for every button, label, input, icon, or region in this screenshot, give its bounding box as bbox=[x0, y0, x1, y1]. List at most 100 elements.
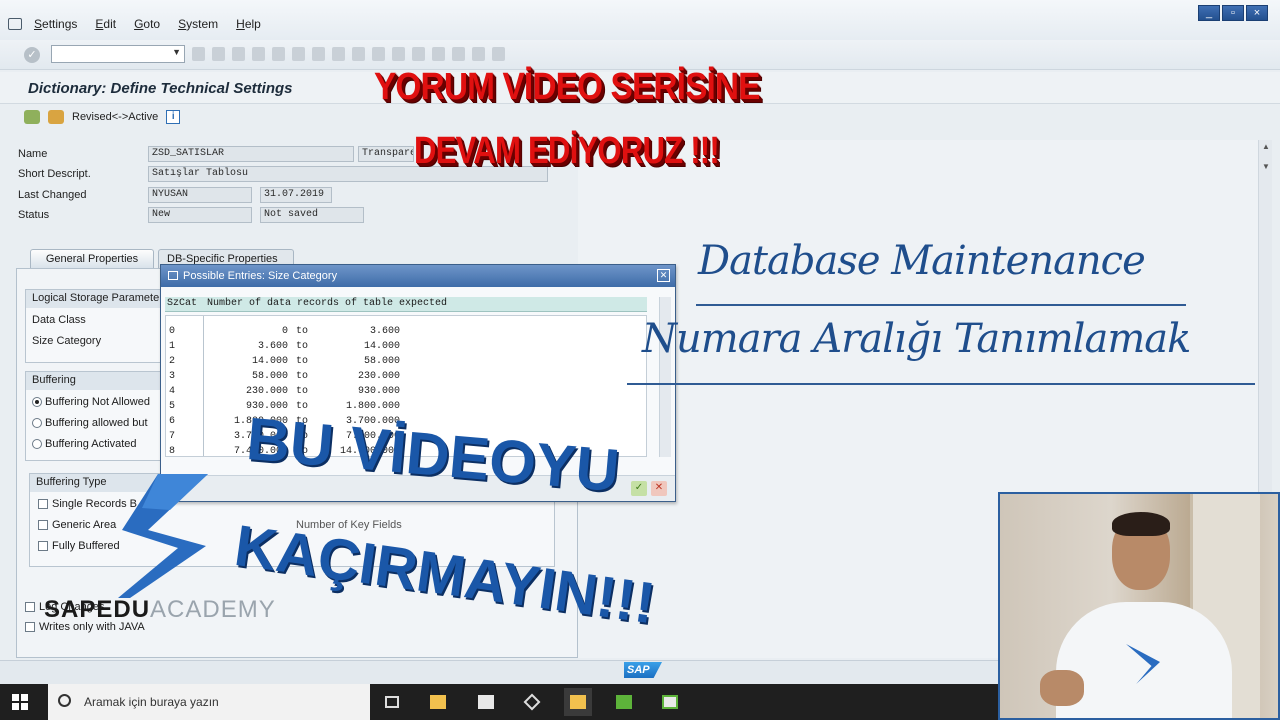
shortcut-icon[interactable] bbox=[452, 47, 465, 61]
radio-buffering-activated[interactable]: Buffering Activated bbox=[32, 438, 137, 450]
sapedu-logo-text: SAPEDUACADEMY bbox=[44, 596, 276, 624]
camtasia-recorder-icon[interactable] bbox=[656, 688, 684, 716]
records-upto: 1.800.000 bbox=[345, 401, 400, 412]
records-upto: 230.000 bbox=[357, 371, 400, 382]
radio-buffering-allowed[interactable]: Buffering allowed but bbox=[32, 417, 148, 429]
menu-window-icon[interactable] bbox=[8, 18, 22, 30]
search-icon bbox=[58, 694, 71, 707]
chevron-down-icon[interactable]: ▼ bbox=[172, 47, 181, 57]
close-window-button[interactable]: × bbox=[1246, 5, 1268, 21]
radio-label: Buffering Activated bbox=[45, 438, 137, 450]
desc-row: Short Descript. bbox=[18, 165, 148, 183]
records-upto: 14.000 bbox=[363, 341, 400, 352]
table-row[interactable]: 4 230.000 to 930.000 bbox=[166, 386, 646, 401]
records-upto: 3.600 bbox=[369, 326, 400, 337]
print-icon[interactable] bbox=[292, 47, 305, 61]
check-fully-buffered[interactable]: Fully Buffered bbox=[38, 540, 120, 552]
topic-underline-2 bbox=[627, 383, 1255, 385]
first-page-icon[interactable] bbox=[352, 47, 365, 61]
size-category-code: 5 bbox=[169, 401, 176, 412]
menu-edit[interactable]: Edit bbox=[95, 17, 116, 31]
find-icon[interactable] bbox=[312, 47, 325, 61]
changed-user-field: NYUSAN bbox=[148, 187, 252, 203]
menu-system[interactable]: System bbox=[178, 17, 218, 31]
scroll-down-icon[interactable]: ▼ bbox=[1261, 162, 1271, 172]
save-icon[interactable] bbox=[212, 47, 225, 61]
windows-taskbar: Aramak için buraya yazın bbox=[0, 684, 998, 720]
promo-red-line-2: DEVAM EDİYORUZ !!! bbox=[414, 130, 720, 172]
help-icon[interactable] bbox=[472, 47, 485, 61]
name-label: Name bbox=[18, 148, 48, 160]
table-row[interactable]: 0 0 to 3.600 bbox=[166, 326, 646, 341]
exit-icon[interactable] bbox=[252, 47, 265, 61]
table-row[interactable]: 1 3.600 to 14.000 bbox=[166, 341, 646, 356]
table-row[interactable]: 5 930.000 to 1.800.000 bbox=[166, 401, 646, 416]
status-row: Status bbox=[18, 206, 148, 224]
changed-label: Last Changed bbox=[18, 189, 87, 201]
close-icon[interactable]: ✕ bbox=[657, 269, 670, 282]
presenter-hair bbox=[1112, 512, 1170, 536]
new-session-icon[interactable] bbox=[432, 47, 445, 61]
records-to-word: to bbox=[296, 386, 309, 397]
radio-buffering-not-allowed[interactable]: Buffering Not Allowed bbox=[32, 396, 150, 408]
sap-logon-icon[interactable] bbox=[564, 688, 592, 716]
file-explorer-icon[interactable] bbox=[424, 688, 452, 716]
windows-start-icon[interactable] bbox=[12, 694, 28, 710]
cancel-icon[interactable] bbox=[272, 47, 285, 61]
find-next-icon[interactable] bbox=[332, 47, 345, 61]
layout-icon[interactable] bbox=[492, 47, 505, 61]
taskbar-search[interactable]: Aramak için buraya yazın bbox=[48, 684, 370, 720]
scroll-up-icon[interactable]: ▲ bbox=[1261, 142, 1271, 152]
tab-general-properties[interactable]: General Properties bbox=[30, 249, 154, 269]
back-nav-icon[interactable] bbox=[232, 47, 245, 61]
checkbox-icon bbox=[25, 622, 35, 632]
menu-help[interactable]: Help bbox=[236, 17, 261, 31]
task-view-icon[interactable] bbox=[378, 688, 406, 716]
search-placeholder: Aramak için buraya yazın bbox=[84, 695, 219, 709]
dialog-column-header: SzCat Number of data records of table ex… bbox=[165, 297, 647, 312]
prev-page-icon[interactable] bbox=[372, 47, 385, 61]
enter-check-icon[interactable]: ✓ bbox=[24, 47, 40, 63]
menu-settings[interactable]: Settings bbox=[34, 17, 77, 31]
other-object-icon[interactable] bbox=[48, 110, 64, 124]
next-page-icon[interactable] bbox=[392, 47, 405, 61]
status-field: New bbox=[148, 207, 252, 223]
name-field[interactable]: ZSD_SATISLAR bbox=[148, 146, 354, 162]
column-description[interactable]: Number of data records of table expected bbox=[207, 298, 447, 309]
minimize-button[interactable]: _ bbox=[1198, 5, 1220, 21]
page-title: Dictionary: Define Technical Settings bbox=[28, 80, 293, 97]
info-icon[interactable]: i bbox=[166, 110, 181, 124]
radio-label: Buffering Not Allowed bbox=[45, 396, 150, 408]
application-toolbar: Revised<->Active i bbox=[24, 110, 181, 124]
3d-box-icon[interactable] bbox=[518, 688, 546, 716]
status-bar bbox=[0, 660, 1000, 684]
maximize-button[interactable]: ▫ bbox=[1222, 5, 1244, 21]
table-row[interactable]: 2 14.000 to 58.000 bbox=[166, 356, 646, 371]
records-upto: 930.000 bbox=[357, 386, 400, 397]
records-to-word: to bbox=[296, 341, 309, 352]
menu-goto[interactable]: Goto bbox=[134, 17, 160, 31]
cancel-button[interactable]: ✕ bbox=[651, 481, 667, 496]
confirm-button[interactable]: ✓ bbox=[631, 481, 647, 496]
records-from: 3.600 bbox=[257, 341, 288, 352]
camtasia-icon[interactable] bbox=[610, 688, 638, 716]
column-szcat[interactable]: SzCat bbox=[167, 298, 197, 309]
table-row[interactable]: 3 58.000 to 230.000 bbox=[166, 371, 646, 386]
mail-icon[interactable] bbox=[472, 688, 500, 716]
logo-text-dark: SAPEDU bbox=[44, 596, 151, 623]
command-field[interactable]: ▼ bbox=[51, 45, 185, 63]
display-change-icon[interactable] bbox=[24, 110, 40, 124]
check-label: Generic Area bbox=[52, 519, 117, 531]
changed-date-field: 31.07.2019 bbox=[260, 187, 332, 203]
data-class-label: Data Class bbox=[32, 314, 86, 326]
save-status-field: Not saved bbox=[260, 207, 364, 223]
records-to-word: to bbox=[296, 356, 309, 367]
revised-active-button[interactable]: Revised<->Active bbox=[72, 111, 158, 123]
records-from: 0 bbox=[281, 326, 288, 337]
checkbox-icon bbox=[38, 520, 48, 530]
last-page-icon[interactable] bbox=[412, 47, 425, 61]
records-from: 14.000 bbox=[251, 356, 288, 367]
check-generic-area[interactable]: Generic Area bbox=[38, 519, 116, 531]
back-icon[interactable] bbox=[192, 47, 205, 61]
size-category-code: 7 bbox=[169, 431, 176, 442]
